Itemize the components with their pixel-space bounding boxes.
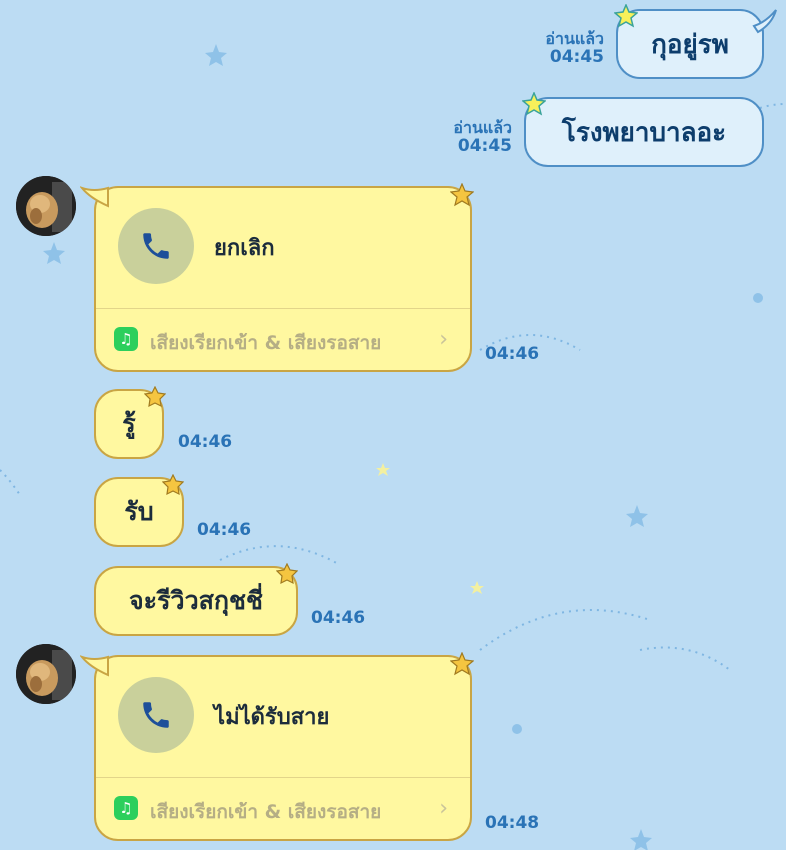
bg-dot <box>512 724 522 734</box>
message-time: 04:46 <box>178 432 233 452</box>
message-text: โรงพยาบาลอะ <box>561 117 727 148</box>
music-note-icon: ♫ <box>114 327 138 351</box>
call-card-header: ไม่ได้รับสาย <box>96 657 470 777</box>
call-icon-circle <box>118 208 194 284</box>
message-time: 04:48 <box>485 813 540 833</box>
message-time: 04:46 <box>311 608 366 628</box>
ringtone-link[interactable]: ♫ เสียงเรียกเข้า & เสียงรอสาย › <box>96 778 470 839</box>
message-time: 04:46 <box>485 344 540 364</box>
call-icon-circle <box>118 677 194 753</box>
bg-arc <box>479 609 651 651</box>
message-text: รับ <box>124 497 154 526</box>
incoming-message-bubble[interactable]: รู้ <box>94 389 164 459</box>
bg-star-icon <box>626 505 648 527</box>
music-note-icon: ♫ <box>114 796 138 820</box>
outgoing-message-bubble[interactable]: โรงพยาบาลอะ <box>524 97 764 167</box>
phone-icon <box>143 233 169 259</box>
bg-dot <box>753 293 763 303</box>
message-time: 04:45 <box>549 47 604 68</box>
bg-star-icon <box>205 44 227 66</box>
chevron-right-icon: › <box>439 327 448 352</box>
message-time: 04:45 <box>457 136 512 157</box>
message-text: กุอยู่รพ <box>651 29 729 60</box>
bg-arc <box>639 646 731 671</box>
avatar[interactable] <box>16 176 76 236</box>
incoming-message-bubble[interactable]: จะรีวิวสกุชชี่ <box>94 566 298 636</box>
bg-arc <box>0 469 21 496</box>
outgoing-message-bubble[interactable]: กุอยู่รพ <box>616 9 764 79</box>
bg-star-icon <box>470 581 484 594</box>
message-time: 04:46 <box>197 520 252 540</box>
call-status-label: ยกเลิก <box>214 236 275 261</box>
message-text: รู้ <box>122 409 136 438</box>
call-status-label: ไม่ได้รับสาย <box>214 705 330 730</box>
call-history-card[interactable]: ยกเลิก ♫ เสียงเรียกเข้า & เสียงรอสาย › <box>94 186 472 372</box>
bg-star-icon <box>43 242 65 264</box>
incoming-message-bubble[interactable]: รับ <box>94 477 184 547</box>
dog-avatar-image <box>16 644 76 704</box>
message-text: จะรีวิวสกุชชี่ <box>129 586 263 615</box>
chevron-right-icon: › <box>439 796 448 821</box>
message-meta: อ่านแล้ว 04:45 <box>545 29 604 68</box>
ringtone-link[interactable]: ♫ เสียงเรียกเข้า & เสียงรอสาย › <box>96 309 470 370</box>
call-card-header: ยกเลิก <box>96 188 470 308</box>
ringtone-link-label: เสียงเรียกเข้า & เสียงรอสาย <box>150 801 382 823</box>
bg-arc <box>759 103 786 109</box>
bg-star-icon <box>630 829 652 850</box>
read-receipt: อ่านแล้ว <box>545 29 604 48</box>
phone-icon <box>143 702 169 728</box>
message-meta: อ่านแล้ว 04:45 <box>453 118 512 157</box>
read-receipt: อ่านแล้ว <box>453 118 512 137</box>
bg-star-icon <box>376 463 390 476</box>
dog-avatar-image <box>16 176 76 236</box>
bg-arc <box>219 545 341 566</box>
call-history-card[interactable]: ไม่ได้รับสาย ♫ เสียงเรียกเข้า & เสียงรอส… <box>94 655 472 841</box>
avatar[interactable] <box>16 644 76 704</box>
ringtone-link-label: เสียงเรียกเข้า & เสียงรอสาย <box>150 332 382 354</box>
